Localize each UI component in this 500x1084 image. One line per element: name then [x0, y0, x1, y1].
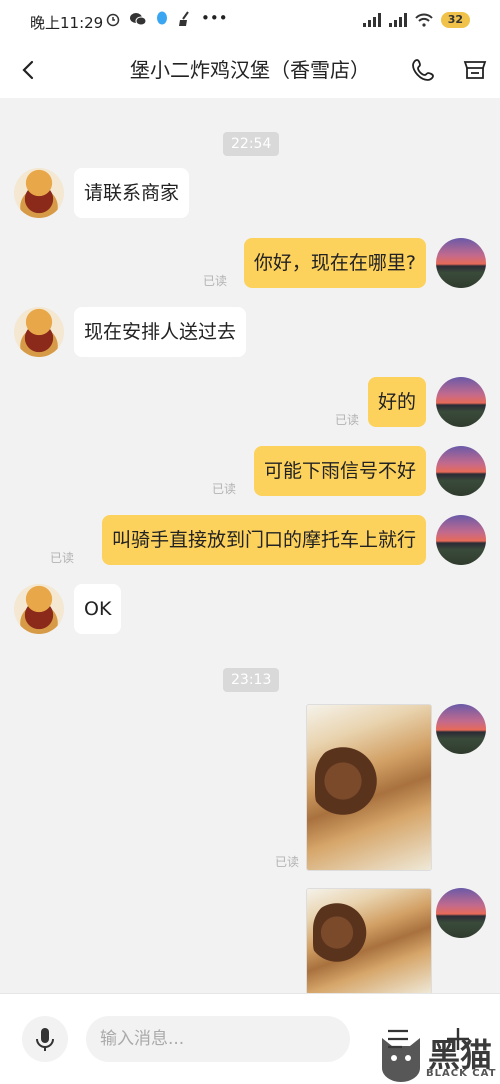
message-input[interactable] — [86, 1016, 350, 1062]
sent-photo[interactable] — [306, 888, 432, 995]
store-button[interactable] — [462, 56, 488, 84]
status-time: 晚上11:29 — [30, 14, 104, 32]
watermark-subtext: BLACK CAT — [426, 1068, 497, 1079]
read-receipt: 已读 — [50, 551, 75, 565]
voice-button[interactable] — [22, 1016, 68, 1062]
user-avatar[interactable] — [436, 446, 486, 496]
merchant-avatar[interactable] — [14, 307, 64, 357]
battery-level: 32 — [440, 12, 470, 28]
signal-icon — [362, 13, 381, 27]
chat-header: 堡小二炸鸡汉堡（香雪店） — [0, 42, 500, 98]
incoming-message[interactable]: OK — [74, 584, 122, 634]
wifi-icon — [414, 13, 433, 27]
timestamp: 23:13 — [223, 668, 280, 692]
wechat-icon — [130, 13, 147, 26]
user-avatar[interactable] — [436, 377, 486, 427]
cat-logo-icon — [382, 1038, 420, 1082]
outgoing-message[interactable]: 你好，现在在哪里? — [243, 238, 426, 288]
merchant-avatar[interactable] — [14, 584, 64, 634]
photo-content — [313, 901, 373, 971]
timestamp: 22:54 — [223, 132, 280, 156]
hd-signal-icon — [388, 13, 407, 27]
call-button[interactable] — [410, 56, 436, 84]
status-app-icons: ••• — [105, 11, 228, 27]
more-dots-icon: ••• — [201, 9, 228, 27]
incoming-message[interactable]: 请联系商家 — [74, 168, 190, 218]
sent-photo[interactable] — [306, 704, 432, 871]
read-receipt: 已读 — [212, 482, 237, 496]
read-receipt: 已读 — [275, 855, 300, 869]
outgoing-message[interactable]: 好的 — [367, 377, 426, 427]
microphone-icon — [36, 1028, 54, 1051]
phone-icon — [412, 59, 434, 81]
merchant-avatar[interactable] — [14, 168, 64, 218]
chat-area[interactable]: 22:54 请联系商家 已读 你好，现在在哪里? 现在安排人送过去 已读 好的 … — [0, 98, 500, 995]
outgoing-message[interactable]: 可能下雨信号不好 — [253, 446, 426, 496]
user-avatar[interactable] — [436, 515, 486, 565]
watermark: 黑猫 BLACK CAT — [376, 1030, 500, 1083]
qq-icon — [157, 11, 167, 25]
broom-icon — [179, 11, 189, 26]
incoming-message[interactable]: 现在安排人送过去 — [74, 307, 247, 357]
user-avatar[interactable] — [436, 704, 486, 754]
outgoing-message[interactable]: 叫骑手直接放到门口的摩托车上就行 — [101, 515, 426, 565]
user-avatar[interactable] — [436, 888, 486, 938]
photo-content — [315, 745, 385, 825]
alarm-icon — [106, 13, 120, 27]
read-receipt: 已读 — [203, 274, 228, 288]
status-bar: 晚上11:29 ••• 32 — [0, 0, 500, 42]
store-icon — [463, 61, 487, 79]
user-avatar[interactable] — [436, 238, 486, 288]
read-receipt: 已读 — [335, 413, 360, 427]
status-system-icons: 32 — [362, 12, 470, 28]
